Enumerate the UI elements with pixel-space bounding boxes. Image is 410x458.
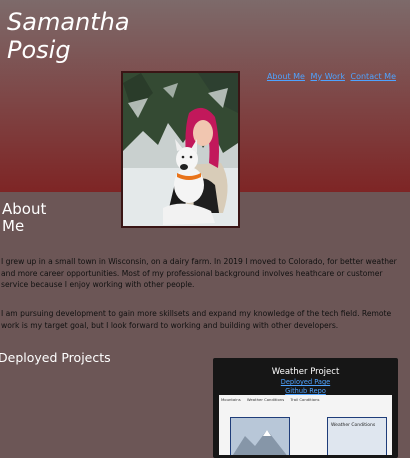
github-repo-link[interactable]: Github Repo (213, 387, 398, 395)
site-owner-name: Samantha Posig (7, 8, 130, 64)
screenshot-mountain-panel (230, 417, 290, 455)
name-last: Posig (7, 36, 71, 64)
about-paragraph-2: I am pursuing development to gain more s… (1, 309, 392, 330)
about-heading-line1: About (2, 200, 47, 218)
project-screenshot: Mountains Weather Conditions Trail Condi… (219, 395, 392, 455)
screenshot-tab: Trail Conditions (290, 397, 320, 402)
name-first: Samantha (7, 8, 130, 36)
project-title: Weather Project (271, 367, 340, 377)
screenshot-tab: Weather Conditions (246, 397, 285, 402)
profile-photo-illustration (123, 73, 238, 226)
screenshot-tabs: Mountains Weather Conditions Trail Condi… (221, 397, 324, 402)
nav-contact-me[interactable]: Contact Me (351, 72, 397, 81)
deployed-page-link[interactable]: Deployed Page (213, 378, 398, 386)
deployed-projects-heading: Deployed Projects (0, 350, 111, 365)
screenshot-weather-panel: Weather Conditions (327, 417, 387, 455)
profile-photo (121, 71, 240, 228)
screenshot-weather-label: Weather Conditions (331, 423, 376, 428)
about-paragraph-1: I grew up in a small town in Wisconsin, … (1, 257, 397, 289)
project-card-weather: Weather Project Deployed Page Github Rep… (213, 358, 398, 458)
nav-my-work[interactable]: My Work (311, 72, 345, 81)
about-heading-line2: Me (2, 217, 25, 235)
main-nav: About Me My Work Contact Me (264, 72, 396, 82)
screenshot-tab: Mountains (221, 397, 241, 402)
nav-about-me[interactable]: About Me (267, 72, 305, 81)
about-heading: About Me (2, 201, 62, 235)
mountain-image (231, 418, 289, 455)
